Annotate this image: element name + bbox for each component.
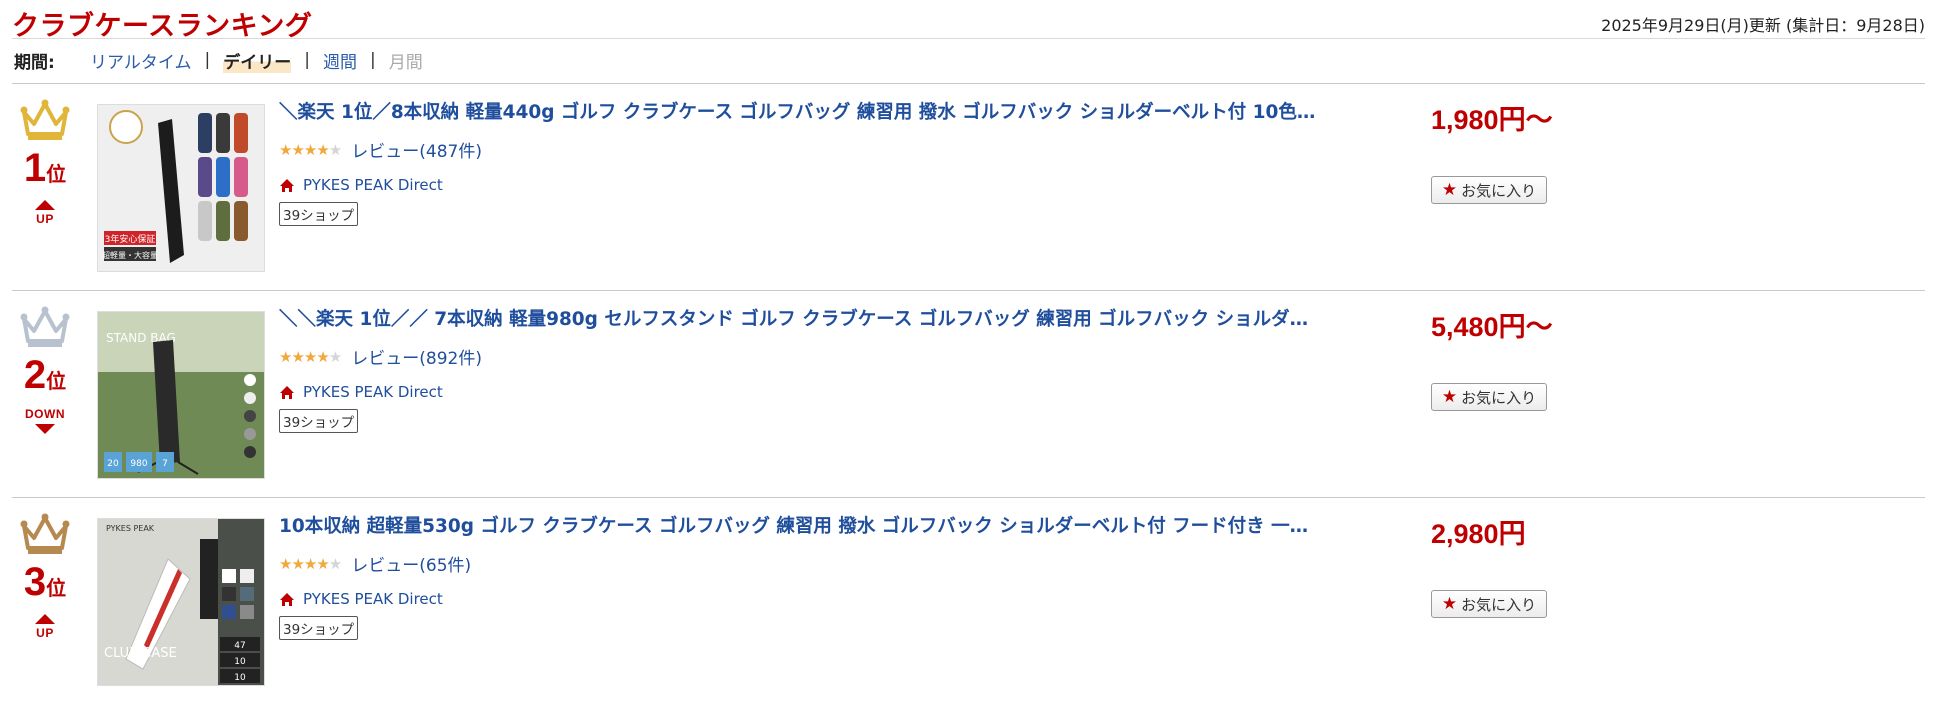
svg-text:PYKES PEAK: PYKES PEAK <box>106 524 155 533</box>
rank-block: 1位 UP <box>16 98 74 258</box>
gold-crown-icon <box>20 99 70 140</box>
rating-stars: ★★★★★ <box>279 347 342 366</box>
arrow-up-icon <box>35 200 55 210</box>
product-image[interactable]: STAND BAG 20 980 7 <box>97 311 265 479</box>
arrow-down-icon <box>35 424 55 434</box>
tab-monthly: 月間 <box>388 52 423 73</box>
product-name-link[interactable]: 10本収納 超軽量530g ゴルフ クラブケース ゴルフバッグ 練習用 撥水 ゴ… <box>279 512 1319 538</box>
shop-link[interactable]: PYKES PEAK Direct <box>303 176 443 194</box>
star-icon: ★ <box>1441 387 1458 407</box>
rank-block: 3位 UP <box>16 512 74 672</box>
39shop-badge: 39ショップ <box>279 202 359 226</box>
price: 1,980円〜 <box>1431 105 1553 135</box>
shop-link[interactable]: PYKES PEAK Direct <box>303 383 443 401</box>
shop-line: PYKES PEAK Direct <box>279 383 1329 401</box>
bronze-crown-icon <box>20 513 70 554</box>
svg-text:超軽量・大容量: 超軽量・大容量 <box>102 250 158 260</box>
review-link[interactable]: レビュー(65件) <box>351 551 471 576</box>
favorite-label: お気に入り <box>1461 181 1537 200</box>
svg-text:47: 47 <box>234 641 245 651</box>
tab-separator: | <box>204 50 211 70</box>
review-line: ★★★★★ レビュー(65件) <box>279 551 1329 577</box>
favorite-button[interactable]: ★ お気に入り <box>1431 590 1547 618</box>
period-label: 期間: <box>14 52 55 73</box>
tab-separator: | <box>369 50 376 70</box>
product-image[interactable]: PYKES PEAK CLUB CASE 47 10 10 <box>97 518 265 686</box>
shop-line: PYKES PEAK Direct <box>279 590 1329 608</box>
arrow-up-icon <box>35 614 55 624</box>
shop-line: PYKES PEAK Direct <box>279 176 1329 194</box>
svg-text:10: 10 <box>234 673 246 683</box>
svg-text:20: 20 <box>107 459 119 469</box>
rank-block: 2位 DOWN <box>16 305 74 465</box>
ranking-row: 3位 UP PYKES PEAK CLUB CASE 47 10 10 10本収… <box>12 498 1925 704</box>
39shop-badge: 39ショップ <box>279 616 359 640</box>
tab-daily: デイリー <box>223 47 292 73</box>
ranking-row: 2位 DOWN STAND BAG 20 980 7 ＼＼楽天 1位／／ 7本収… <box>12 291 1925 497</box>
star-icon: ★ <box>1441 594 1458 614</box>
product-name-link[interactable]: ＼＼楽天 1位／／ 7本収納 軽量980g セルフスタンド ゴルフ クラブケース… <box>279 305 1319 331</box>
product-info: ＼楽天 1位／8本収納 軽量440g ゴルフ クラブケース ゴルフバッグ 練習用… <box>279 98 1329 226</box>
rating-stars: ★★★★★ <box>279 554 342 573</box>
page-title: クラブケースランキング <box>12 11 313 42</box>
favorite-button[interactable]: ★ お気に入り <box>1431 383 1547 411</box>
tab-weekly[interactable]: 週間 <box>323 48 357 73</box>
39shop-badge: 39ショップ <box>279 409 359 433</box>
review-line: ★★★★★ レビュー(487件) <box>279 137 1329 163</box>
svg-text:7: 7 <box>162 459 168 469</box>
shop-home-icon <box>280 385 294 399</box>
shop-home-icon <box>280 592 294 606</box>
favorite-button[interactable]: ★ お気に入り <box>1431 176 1547 204</box>
period-tabs: 期間: リアルタイム | デイリー | 週間 | 月間 <box>14 47 423 73</box>
rank-number: 1位 <box>23 146 67 190</box>
favorite-label: お気に入り <box>1461 388 1537 407</box>
product-image[interactable]: 3年安心保証 超軽量・大容量 <box>97 104 265 272</box>
product-info: ＼＼楽天 1位／／ 7本収納 軽量980g セルフスタンド ゴルフ クラブケース… <box>279 305 1329 433</box>
update-date: 2025年9月29日(月)更新 (集計日：9月28日) <box>1601 16 1925 35</box>
svg-text:3年安心保証: 3年安心保証 <box>105 233 156 245</box>
star-icon: ★ <box>1441 180 1458 200</box>
product-name-link[interactable]: ＼楽天 1位／8本収納 軽量440g ゴルフ クラブケース ゴルフバッグ 練習用… <box>279 98 1319 124</box>
rank-number: 3位 <box>23 560 67 604</box>
tab-realtime[interactable]: リアルタイム <box>90 48 192 73</box>
ranking-header: クラブケースランキング 2025年9月29日(月)更新 (集計日：9月28日) <box>12 0 1925 42</box>
shop-link[interactable]: PYKES PEAK Direct <box>303 590 443 608</box>
trend-up: UP <box>16 200 74 226</box>
trend-down: DOWN <box>16 407 74 434</box>
price: 5,480円〜 <box>1431 312 1553 342</box>
ranking-page: クラブケースランキング 2025年9月29日(月)更新 (集計日：9月28日) … <box>0 0 1950 701</box>
price: 2,980円 <box>1431 519 1526 549</box>
silver-crown-icon <box>20 306 70 347</box>
shop-home-icon <box>280 178 294 192</box>
ranking-row: 1位 UP 3年安心保証 超軽量・大容量 ＼楽天 1位／8本収納 軽量440g … <box>12 84 1925 290</box>
rating-stars: ★★★★★ <box>279 140 342 159</box>
rank-number: 2位 <box>23 353 67 397</box>
tab-separator: | <box>304 50 310 70</box>
review-line: ★★★★★ レビュー(892件) <box>279 344 1329 370</box>
svg-text:CLUB CASE: CLUB CASE <box>104 646 177 661</box>
favorite-label: お気に入り <box>1461 595 1537 614</box>
svg-text:10: 10 <box>234 657 246 667</box>
svg-text:980: 980 <box>130 459 147 469</box>
trend-up: UP <box>16 614 74 640</box>
review-link[interactable]: レビュー(487件) <box>351 137 482 162</box>
review-link[interactable]: レビュー(892件) <box>351 344 482 369</box>
product-info: 10本収納 超軽量530g ゴルフ クラブケース ゴルフバッグ 練習用 撥水 ゴ… <box>279 512 1329 640</box>
